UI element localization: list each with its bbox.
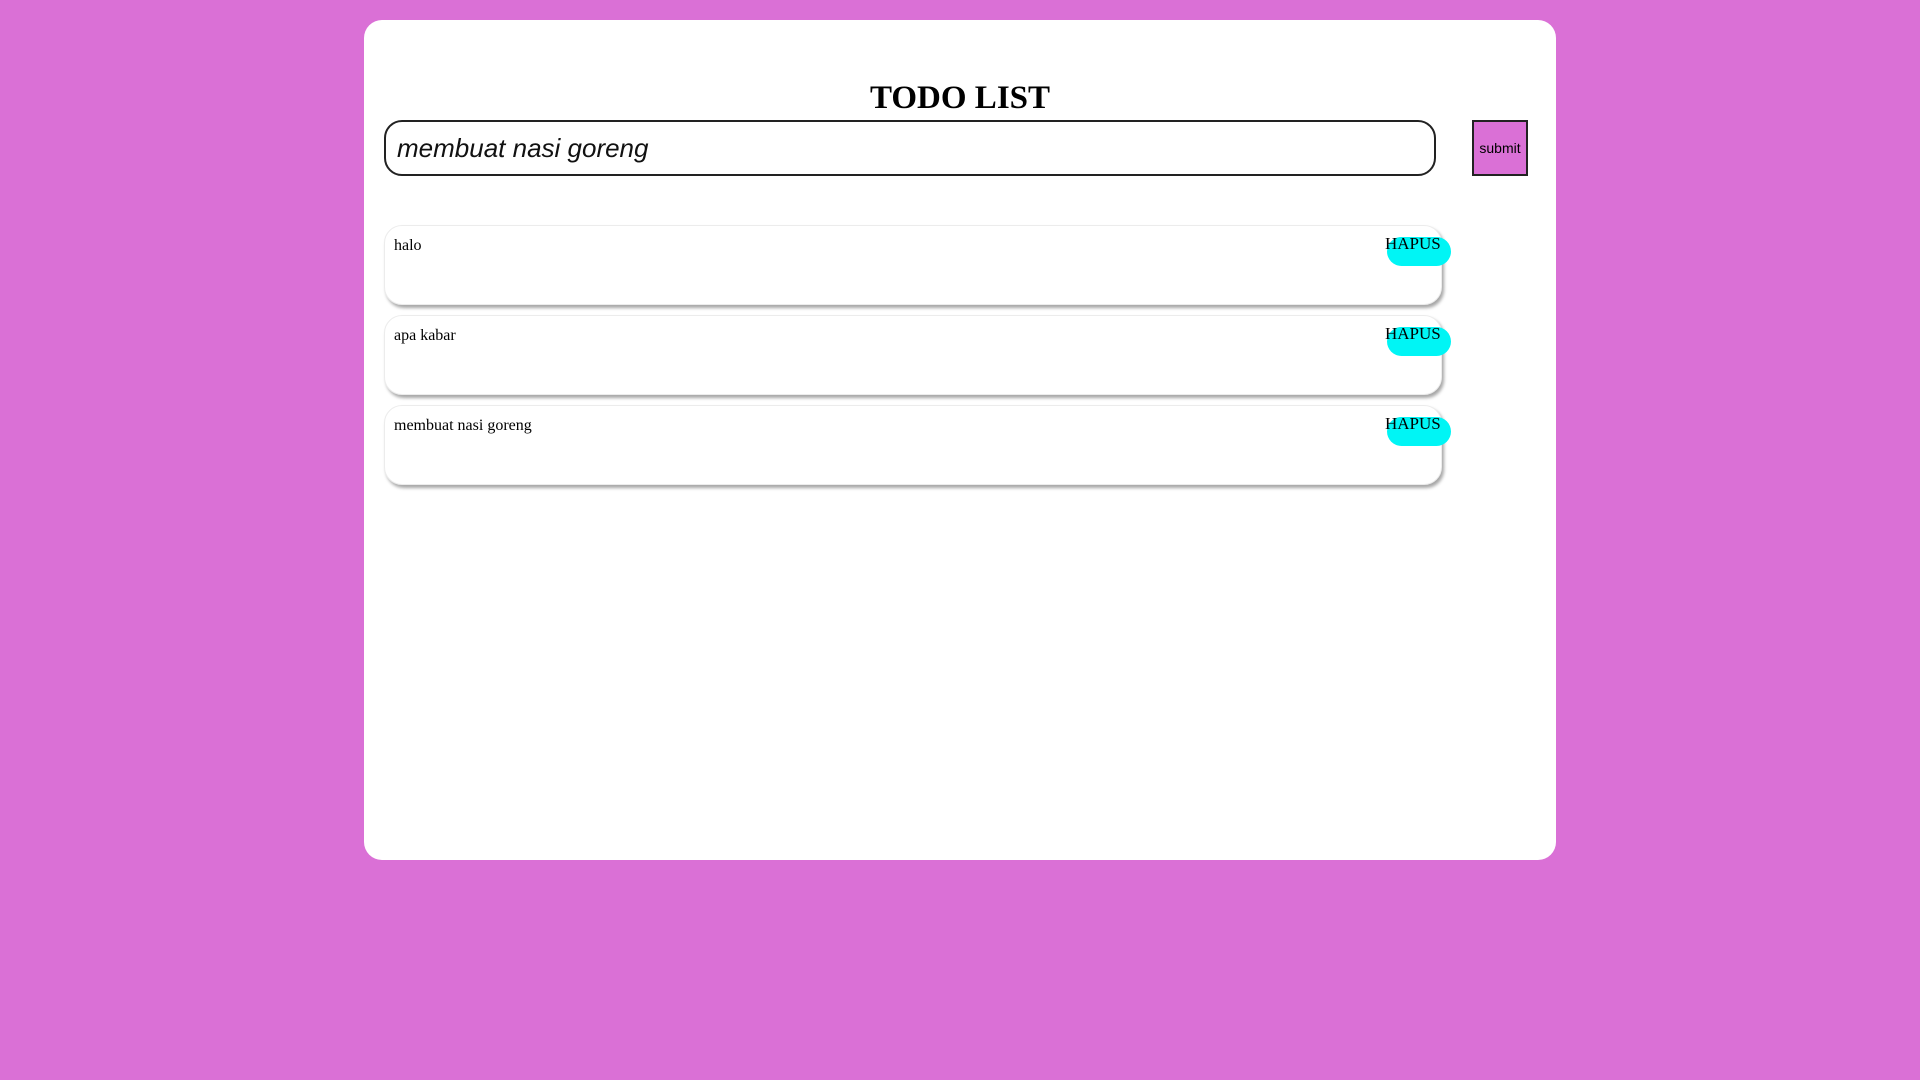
todo-input[interactable] — [384, 120, 1436, 176]
todo-item: halo HAPUS — [384, 225, 1451, 305]
page-title: TODO LIST — [869, 80, 1051, 116]
delete-button[interactable]: HAPUS — [1385, 414, 1451, 446]
delete-button[interactable]: HAPUS — [1385, 234, 1451, 266]
todo-item: membuat nasi goreng HAPUS — [384, 405, 1451, 485]
todo-form: submit — [384, 120, 1528, 176]
todo-item-text: membuat nasi goreng — [394, 417, 532, 434]
delete-button-label: HAPUS — [1385, 324, 1441, 343]
todo-card: TODO LIST submit halo HAPUS apa kabar HA… — [364, 20, 1556, 860]
submit-button[interactable]: submit — [1472, 120, 1528, 176]
todo-item-text: halo — [394, 237, 422, 254]
delete-button[interactable]: HAPUS — [1385, 324, 1451, 356]
todo-item-text: apa kabar — [394, 327, 456, 344]
todo-list: halo HAPUS apa kabar HAPUS membuat nasi … — [384, 225, 1451, 495]
delete-button-label: HAPUS — [1385, 234, 1441, 253]
delete-button-label: HAPUS — [1385, 414, 1441, 433]
todo-item: apa kabar HAPUS — [384, 315, 1451, 395]
